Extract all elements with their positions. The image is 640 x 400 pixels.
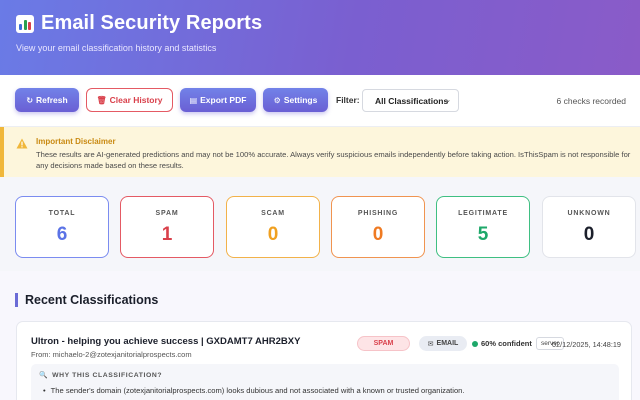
magnifier-icon: 🔍 (39, 372, 49, 379)
document-icon: ▤ (189, 95, 198, 105)
why-title: 🔍 WHY THIS CLASSIFICATION? (39, 371, 163, 380)
classification-filter-select[interactable]: All Classifications ⌄ (362, 89, 459, 112)
disclaimer-text: These results are AI-generated predictio… (36, 150, 631, 170)
stat-card-scam: SCAM 0 (226, 196, 320, 258)
classification-badge: SPAM (357, 336, 410, 351)
why-classification-box: 🔍 WHY THIS CLASSIFICATION? The sender's … (31, 364, 619, 400)
recent-classifications-section: Recent Classifications Ultron - helping … (0, 271, 640, 400)
section-heading: Recent Classifications (15, 293, 158, 307)
stat-card-phishing: PHISHING 0 (331, 196, 425, 258)
filter-label: Filter: (336, 95, 360, 105)
gear-icon: ⚙ (273, 95, 281, 105)
toolbar: ↻ Refresh 🗑 Clear History ▤ Export PDF ⚙… (0, 75, 640, 127)
page-subtitle: View your email classification history a… (16, 43, 217, 53)
reason-item: The sender's domain (zotexjanitorialpros… (43, 386, 465, 395)
envelope-icon: ✉ (427, 340, 434, 348)
disclaimer-title: Important Disclaimer (36, 137, 116, 146)
stat-card-unknown: UNKNOWN 0 (542, 196, 636, 258)
stat-card-legitimate: LEGITIMATE 5 (436, 196, 530, 258)
checks-count: 6 checks recorded (556, 96, 626, 106)
refresh-icon: ↻ (26, 95, 34, 105)
stat-card-total: TOTAL 6 (15, 196, 109, 258)
refresh-button[interactable]: ↻ Refresh (15, 88, 79, 112)
timestamp: 02/12/2025, 14:48:19 (552, 340, 621, 349)
classification-item[interactable]: Ultron - helping you achieve success | G… (16, 321, 632, 400)
email-sender: From: michaelo-2@zotexjanitorialprospect… (31, 350, 192, 359)
page-header: Email Security Reports View your email c… (0, 0, 640, 75)
email-subject: Ultron - helping you achieve success | G… (31, 336, 301, 347)
warning-icon (16, 138, 28, 149)
confidence-indicator: 60% confident (472, 339, 532, 348)
stats-row: TOTAL 6 SPAM 1 SCAM 0 PHISHING 0 LEGITIM… (0, 177, 640, 271)
chevron-down-icon: ⌄ (445, 97, 451, 104)
clear-history-button[interactable]: 🗑 Clear History (86, 88, 173, 112)
bar-chart-icon (16, 14, 34, 33)
trash-icon: 🗑 (96, 95, 107, 105)
status-dot-icon (472, 340, 478, 347)
settings-button[interactable]: ⚙ Settings (263, 88, 328, 112)
type-badge: ✉ EMAIL (419, 336, 467, 351)
stat-card-spam: SPAM 1 (120, 196, 214, 258)
export-pdf-button[interactable]: ▤ Export PDF (180, 88, 256, 112)
page-title: Email Security Reports (41, 12, 263, 34)
disclaimer-banner: Important Disclaimer These results are A… (0, 127, 640, 177)
